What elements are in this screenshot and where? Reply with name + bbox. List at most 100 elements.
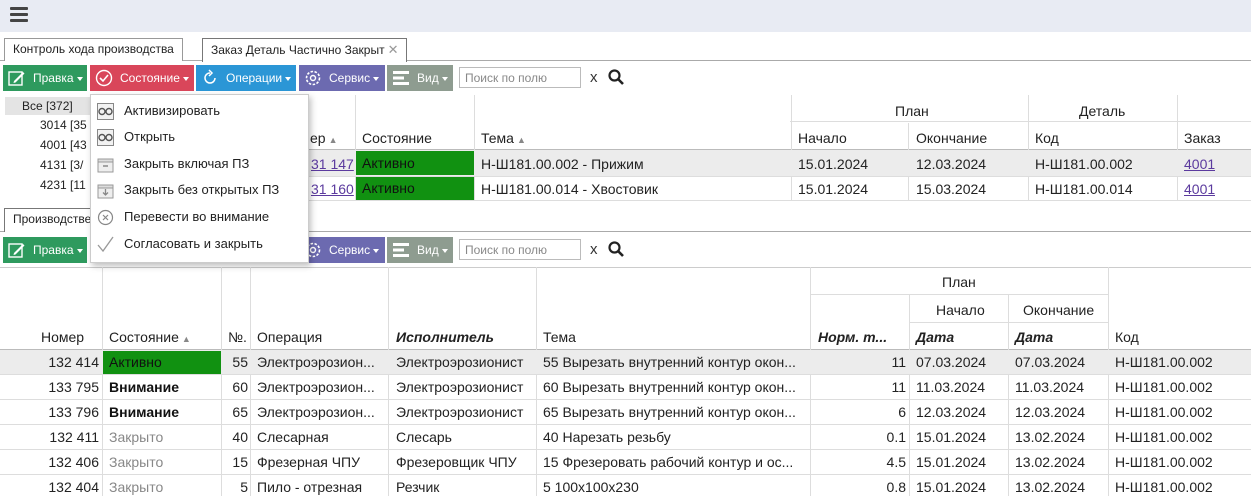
column-header-topic[interactable]: Тема ▲ xyxy=(481,130,526,146)
norm-time-cell: 6 xyxy=(898,404,906,420)
list-view-icon xyxy=(393,71,409,85)
tab-label: Контроль хода производства xyxy=(13,42,174,56)
status-cell: Внимание xyxy=(109,379,179,395)
edit-button[interactable]: Правка xyxy=(3,237,87,263)
menu-item-close-without[interactable]: Закрыть без открытых ПЗ xyxy=(91,177,308,203)
edit-label: Правка xyxy=(33,243,74,257)
tab-strip: Контроль хода производства Заказ Деталь … xyxy=(0,36,1251,62)
tree-node[interactable]: 4131 [3/ xyxy=(40,158,83,172)
op-no-cell: 5 xyxy=(240,479,248,495)
clear-search-button[interactable]: x xyxy=(590,241,598,258)
performer-cell: Электроэрозионист xyxy=(396,404,524,420)
list-view-icon xyxy=(393,243,409,257)
search-icon[interactable] xyxy=(608,241,624,257)
column-header-code[interactable]: Код xyxy=(1035,130,1059,146)
performer-cell: Фрезеровщик ЧПУ xyxy=(396,454,517,470)
op-no-cell: 60 xyxy=(232,379,248,395)
end-date-cell: 15.03.2024 xyxy=(916,181,987,197)
menu-item-label: Закрыть включая ПЗ xyxy=(124,156,250,171)
view-button[interactable]: Вид xyxy=(387,237,453,263)
top-bar xyxy=(0,0,1251,32)
column-header-performer[interactable]: Исполнитель xyxy=(396,329,494,345)
state-button[interactable]: Состояние xyxy=(90,65,194,91)
search-input[interactable] xyxy=(459,67,581,88)
tree-node-all[interactable]: Все [372] xyxy=(5,97,90,115)
operations-button[interactable]: Операции xyxy=(196,65,296,91)
norm-time-cell: 0.1 xyxy=(886,429,906,445)
subheader-start: Начало xyxy=(936,302,985,318)
service-button[interactable]: Сервис xyxy=(299,65,385,91)
column-header-no[interactable]: №. xyxy=(228,329,247,345)
search-icon[interactable] xyxy=(608,69,624,85)
menu-item-attention[interactable]: Перевести во внимание xyxy=(91,204,308,230)
performer-cell: Электроэрозионист xyxy=(396,379,524,395)
menu-item-label: Открыть xyxy=(124,129,176,144)
edit-button[interactable]: Правка xyxy=(3,65,87,91)
status-badge: Активно xyxy=(356,151,474,175)
operation-cell: Электроэрозион... xyxy=(257,379,375,395)
tree-node[interactable]: 4231 [11 xyxy=(40,178,86,192)
edit-icon xyxy=(8,71,25,86)
checkmark-icon xyxy=(97,236,114,253)
tab-order-detail[interactable]: Заказ Деталь Частично Закрыт ✕ xyxy=(202,38,408,62)
state-dropdown-menu: Активизировать Открыть Закрыть включая П… xyxy=(90,94,309,263)
tree-node[interactable]: 3014 [35 xyxy=(40,118,87,132)
order-number-link[interactable]: 31 147 xyxy=(311,156,354,172)
norm-time-cell: 11 xyxy=(891,379,906,395)
end-date-cell: 12.03.2024 xyxy=(916,156,987,172)
operation-cell: Электроэрозион... xyxy=(257,354,375,370)
order-link[interactable]: 4001 xyxy=(1184,156,1215,172)
topic-cell: Н-Ш181.00.014 - Хвостовик xyxy=(481,181,658,197)
view-button[interactable]: Вид xyxy=(387,65,453,91)
code-cell: Н-Ш181.00.002 xyxy=(1115,354,1213,370)
operation-cell: Электроэрозион... xyxy=(257,404,375,420)
topic-cell: 65 Вырезать внутренний контур окон... xyxy=(543,404,796,420)
start-date-cell: 15.01.2024 xyxy=(916,454,987,470)
tree-node[interactable]: 4001 [43 xyxy=(40,138,87,152)
norm-time-cell: 0.8 xyxy=(886,479,906,495)
column-header-end[interactable]: Окончание xyxy=(916,130,987,146)
menu-item-close-incl[interactable]: Закрыть включая ПЗ xyxy=(91,151,308,177)
view-label: Вид xyxy=(417,243,439,257)
status-cell: Закрыто xyxy=(109,429,164,445)
menu-item-open[interactable]: Открыть xyxy=(91,124,308,150)
code-cell: Н-Ш181.00.002 xyxy=(1115,379,1213,395)
column-header-order[interactable]: Заказ xyxy=(1184,130,1221,146)
subheader-end: Окончание xyxy=(1023,302,1095,318)
check-circle-icon xyxy=(95,69,113,87)
start-date-cell: 12.03.2024 xyxy=(916,404,987,420)
column-header-start-date[interactable]: Дата xyxy=(916,329,954,345)
menu-item-approve-close[interactable]: Согласовать и закрыть xyxy=(91,231,308,257)
group-header-plan: План xyxy=(895,103,929,119)
topic-cell: 5 100х100х230 xyxy=(543,479,639,495)
menu-item-activate[interactable]: Активизировать xyxy=(91,98,308,124)
order-number-link[interactable]: 31 160 xyxy=(311,181,354,197)
hamburger-menu-icon[interactable] xyxy=(10,7,28,23)
order-link[interactable]: 4001 xyxy=(1184,181,1215,197)
close-icon[interactable]: ✕ xyxy=(388,42,399,57)
start-date-cell: 15.01.2024 xyxy=(916,429,987,445)
column-header-topic[interactable]: Тема xyxy=(543,329,576,345)
column-header-number[interactable]: ер ▲ xyxy=(310,130,338,146)
column-header-code[interactable]: Код xyxy=(1115,329,1139,345)
topic-cell: 60 Вырезать внутренний контур окон... xyxy=(543,379,796,395)
column-header-end-date[interactable]: Дата xyxy=(1015,329,1053,345)
start-date-cell: 15.01.2024 xyxy=(798,181,869,197)
status-cell: Активно xyxy=(103,351,221,374)
column-header-operation[interactable]: Операция xyxy=(257,329,322,345)
tab-production[interactable]: Производстве xyxy=(4,208,101,232)
end-date-cell: 13.02.2024 xyxy=(1015,479,1086,495)
column-header-number[interactable]: Номер xyxy=(41,329,84,345)
status-badge: Активно xyxy=(356,177,474,200)
state-label: Состояние xyxy=(120,71,180,85)
column-header-start[interactable]: Начало xyxy=(798,130,847,146)
column-header-norm-time[interactable]: Норм. т... xyxy=(818,329,887,345)
column-header-state[interactable]: Состояние ▲ xyxy=(109,329,191,345)
play-icon xyxy=(97,103,114,120)
service-button[interactable]: Сервис xyxy=(299,237,385,263)
column-header-state[interactable]: Состояние xyxy=(362,130,432,146)
search-input[interactable] xyxy=(459,239,581,260)
tab-production-control[interactable]: Контроль хода производства xyxy=(4,38,183,61)
clear-search-button[interactable]: x xyxy=(590,69,598,86)
end-date-cell: 12.03.2024 xyxy=(1015,404,1086,420)
